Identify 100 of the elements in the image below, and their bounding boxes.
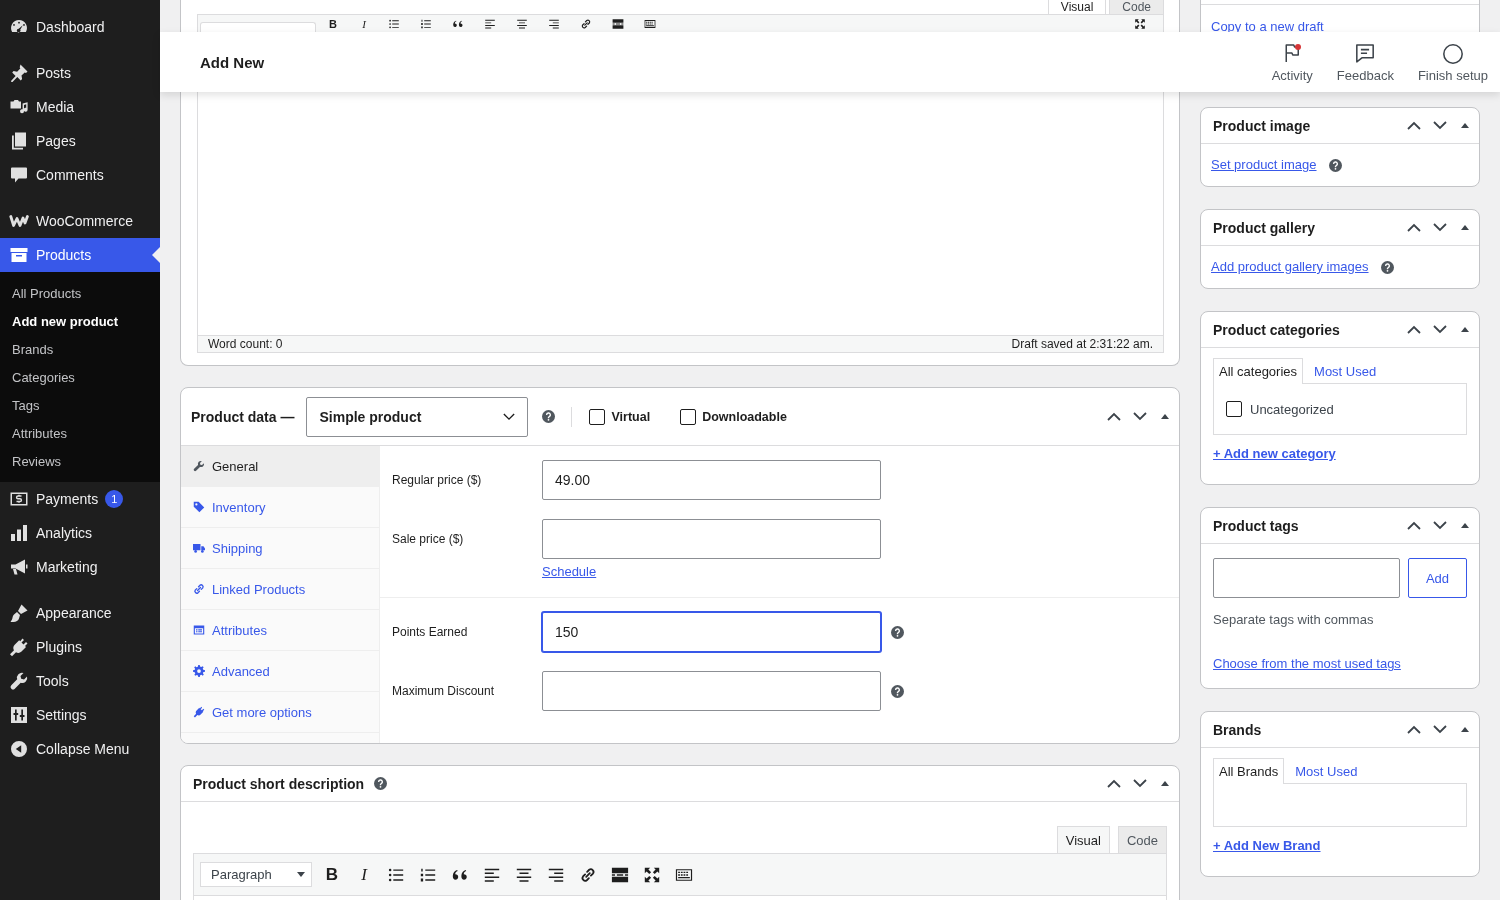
numbered-list-icon[interactable] <box>420 17 432 30</box>
submenu-item[interactable]: Brands <box>0 335 160 363</box>
header-action-button[interactable]: Feedback <box>1324 32 1406 92</box>
link-icon[interactable] <box>579 865 597 884</box>
editor-tab[interactable]: Code <box>1109 0 1164 14</box>
bullet-list-icon[interactable] <box>388 17 400 30</box>
side-tab[interactable]: Shipping <box>181 528 379 569</box>
side-tab[interactable]: Attributes <box>181 610 379 651</box>
link[interactable]: + Add new category <box>1213 446 1336 462</box>
chevron-up-icon[interactable] <box>1407 725 1421 734</box>
menu-item[interactable]: Collapse Menu <box>0 732 160 766</box>
editor-tab[interactable]: Visual <box>1056 826 1110 853</box>
tab[interactable]: All Brands <box>1213 758 1285 784</box>
editor-tab[interactable]: Code <box>1117 826 1167 853</box>
side-tab[interactable]: Get more options <box>181 692 379 733</box>
chevron-down-icon[interactable] <box>1133 412 1147 421</box>
align-right-icon[interactable] <box>548 17 560 30</box>
align-center-icon[interactable] <box>516 17 528 30</box>
side-tab[interactable]: Inventory <box>181 487 379 528</box>
submenu-item[interactable]: Attributes <box>0 419 160 447</box>
submenu-item[interactable]: All Products <box>0 279 160 307</box>
triangle-up-icon[interactable] <box>1161 781 1169 786</box>
text-input-field[interactable] <box>542 519 881 559</box>
tab[interactable]: Most Used <box>1289 758 1364 784</box>
chevron-up-icon[interactable] <box>1407 521 1421 530</box>
menu-item[interactable]: Comments <box>0 158 160 192</box>
menu-item[interactable]: Appearance <box>0 596 160 630</box>
side-tab[interactable]: Linked Products <box>181 569 379 610</box>
text-input-field[interactable] <box>542 671 881 711</box>
chevron-down-icon[interactable] <box>1433 223 1447 232</box>
italic-button[interactable]: I <box>350 16 378 31</box>
menu-item[interactable]: Products <box>0 238 160 272</box>
menu-item[interactable]: Pages <box>0 124 160 158</box>
triangle-up-icon[interactable] <box>1161 414 1169 419</box>
submenu-item[interactable]: Add new product <box>0 307 160 335</box>
menu-item[interactable]: Payments 1 <box>0 482 160 516</box>
chevron-up-icon[interactable] <box>1407 121 1421 130</box>
triangle-up-icon[interactable] <box>1461 523 1469 528</box>
tag-input-field[interactable] <box>1213 558 1400 598</box>
bold-button[interactable]: B <box>318 860 346 889</box>
chevron-up-icon[interactable] <box>1407 325 1421 334</box>
triangle-up-icon[interactable] <box>1461 327 1469 332</box>
triangle-up-icon[interactable] <box>1461 123 1469 128</box>
menu-item[interactable]: Analytics <box>0 516 160 550</box>
chevron-down-icon[interactable] <box>1433 325 1447 334</box>
submenu-item[interactable]: Categories <box>0 363 160 391</box>
checkbox-label[interactable]: Downloadable <box>702 409 787 424</box>
help-icon[interactable] <box>374 777 388 790</box>
help-icon[interactable] <box>891 625 904 639</box>
menu-item[interactable]: Dashboard <box>0 10 160 44</box>
chevron-down-icon[interactable] <box>1433 521 1447 530</box>
menu-item[interactable]: Posts <box>0 56 160 90</box>
help-icon[interactable] <box>1380 260 1394 274</box>
text-input-field[interactable]: 49.00 <box>542 460 881 500</box>
side-tab[interactable]: General <box>181 446 379 487</box>
link[interactable]: Schedule <box>542 564 597 579</box>
menu-item[interactable]: Settings <box>0 698 160 732</box>
product-type-select[interactable]: Simple product <box>306 396 529 437</box>
checkbox[interactable] <box>1226 401 1242 417</box>
italic-button[interactable]: I <box>350 860 378 889</box>
header-action-button[interactable]: Finish setup <box>1405 32 1500 92</box>
format-dropdown[interactable]: Paragraph <box>200 862 312 887</box>
checkbox[interactable] <box>680 408 697 425</box>
page-break-icon[interactable] <box>612 17 624 30</box>
text-input-field[interactable]: 150 <box>542 612 881 652</box>
add-button[interactable]: Add <box>1408 558 1467 598</box>
menu-item[interactable]: Media <box>0 90 160 124</box>
link-icon[interactable] <box>580 17 592 30</box>
link[interactable]: Add product gallery images <box>1211 258 1369 276</box>
text-editor-field[interactable] <box>197 92 1164 335</box>
chevron-down-icon[interactable] <box>1433 121 1447 130</box>
help-icon[interactable] <box>891 684 904 698</box>
header-action-button[interactable]: Activity <box>1259 32 1325 92</box>
tab[interactable]: All categories <box>1213 358 1304 384</box>
link[interactable]: + Add New Brand <box>1213 838 1321 854</box>
bold-button[interactable]: B <box>319 16 347 31</box>
menu-item[interactable]: Plugins <box>0 630 160 664</box>
page-break-icon[interactable] <box>611 865 629 884</box>
checkbox-label[interactable]: Uncategorized <box>1250 401 1334 417</box>
side-tab[interactable]: Advanced <box>181 651 379 692</box>
tab[interactable]: Most Used <box>1308 358 1383 384</box>
help-icon[interactable] <box>542 410 556 423</box>
chevron-up-icon[interactable] <box>1107 779 1121 788</box>
menu-item[interactable]: Marketing <box>0 550 160 584</box>
editor-tab[interactable]: Visual <box>1047 0 1107 14</box>
keyboard-icon[interactable] <box>644 17 656 30</box>
help-icon[interactable] <box>1328 158 1342 172</box>
align-left-icon[interactable] <box>484 17 496 30</box>
triangle-up-icon[interactable] <box>1461 225 1469 230</box>
chevron-up-icon[interactable] <box>1407 223 1421 232</box>
chevron-down-icon[interactable] <box>1433 725 1447 734</box>
checkbox[interactable] <box>589 408 606 425</box>
chevron-down-icon[interactable] <box>1133 779 1147 788</box>
link[interactable]: Choose from the most used tags <box>1213 656 1401 672</box>
triangle-up-icon[interactable] <box>1461 727 1469 732</box>
link[interactable]: Set product image <box>1211 156 1317 174</box>
chevron-up-icon[interactable] <box>1107 412 1121 421</box>
expand-icon[interactable] <box>1134 17 1146 30</box>
menu-item[interactable]: WooCommerce <box>0 204 160 238</box>
checkbox-label[interactable]: Virtual <box>611 409 651 424</box>
